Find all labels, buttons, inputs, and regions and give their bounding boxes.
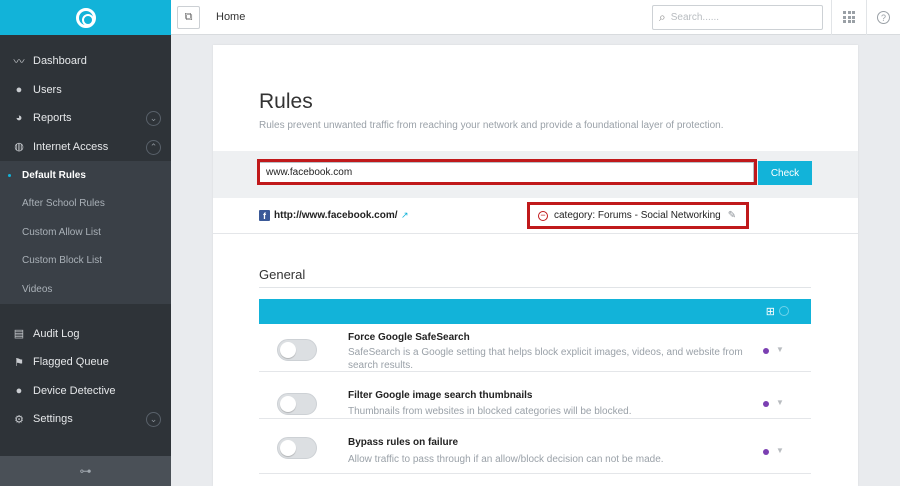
rule-toggle[interactable] [277, 393, 317, 415]
hierarchy-icon[interactable]: ⊞ [766, 305, 775, 318]
sidebar-item-custom-block-list[interactable]: Custom Block List [0, 246, 171, 275]
sidebar: 〰 Dashboard ● Users ◕ Reports ⌄ ◍ Intern… [0, 0, 171, 486]
chevron-up-icon[interactable]: ⌃ [146, 139, 161, 155]
rule-description: SafeSearch is a Google setting that help… [348, 347, 743, 371]
sidebar-item-after-school-rules[interactable]: After School Rules [0, 189, 171, 218]
page-title: Rules [259, 90, 313, 113]
sidebar-item-label: Default Rules [22, 169, 86, 181]
chevron-down-icon[interactable]: ▼ [776, 398, 784, 407]
sidebar-item-users[interactable]: ● Users [0, 76, 171, 105]
external-link-icon[interactable]: ↗ [401, 210, 409, 221]
result-url[interactable]: http://www.facebook.com/ [274, 210, 398, 221]
divider [866, 0, 867, 35]
sidebar-item-label: Dashboard [33, 55, 87, 68]
topbar: ⧉ Home ⌕ ? [171, 0, 900, 35]
rule-title: Bypass rules on failure [348, 437, 459, 448]
rule-description: Thumbnails from websites in blocked cate… [348, 406, 632, 417]
rule-row: Filter Google image search thumbnails Th… [259, 372, 811, 419]
gear-icon: ⚙ [14, 413, 24, 426]
sidebar-item-device-detective[interactable]: ● Device Detective [0, 377, 171, 406]
blocked-icon: − [538, 210, 548, 221]
collapse-icon: ⊶ [79, 464, 92, 478]
pie-chart-icon: ◕ [15, 112, 23, 125]
help-icon[interactable]: ? [877, 11, 890, 24]
sidebar-item-settings[interactable]: ⚙ Settings ⌄ [0, 405, 171, 434]
collapse-sidebar-button[interactable]: ⊶ [0, 456, 171, 486]
sidebar-item-label: Reports [33, 112, 72, 125]
nav-main: 〰 Dashboard ● Users ◕ Reports ⌄ ◍ Intern… [0, 47, 171, 304]
chevron-down-icon[interactable]: ▼ [776, 345, 784, 354]
sidebar-item-label: After School Rules [22, 198, 105, 210]
chevron-down-icon[interactable]: ⌄ [146, 412, 161, 427]
copy-icon[interactable]: ⧉ [177, 6, 200, 29]
sidebar-item-label: Audit Log [33, 327, 80, 340]
user-icon: ● [15, 83, 23, 96]
check-button[interactable]: Check [758, 161, 812, 185]
brand-logo [75, 7, 96, 28]
category-label: category: Forums - Social Networking [554, 210, 721, 221]
flag-icon: ⚑ [14, 356, 24, 369]
url-check-input[interactable] [260, 163, 753, 182]
divider [831, 0, 832, 35]
sidebar-item-label: Custom Block List [22, 255, 103, 267]
sidebar-item-flagged-queue[interactable]: ⚑ Flagged Queue [0, 348, 171, 377]
rules-card: Rules Rules prevent unwanted traffic fro… [213, 45, 858, 486]
chevron-down-icon[interactable]: ▼ [776, 446, 784, 455]
sidebar-item-label: Internet Access [33, 140, 109, 153]
sidebar-item-audit-log[interactable]: ▤ Audit Log [0, 320, 171, 349]
page-subtitle: Rules prevent unwanted traffic from reac… [259, 120, 724, 131]
rule-toggle[interactable] [277, 437, 317, 459]
rule-description: Allow traffic to pass through if an allo… [348, 454, 664, 465]
rule-title: Force Google SafeSearch [348, 332, 470, 343]
logo-bar[interactable] [0, 0, 171, 35]
sidebar-item-label: Users [33, 83, 62, 96]
sidebar-item-label: Settings [33, 413, 73, 426]
sidebar-item-dashboard[interactable]: 〰 Dashboard [0, 47, 171, 76]
status-dot [763, 348, 769, 354]
result-category: − category: Forums - Social Networking ✎ [538, 210, 736, 221]
breadcrumb[interactable]: Home [216, 11, 245, 23]
facebook-icon: f [259, 210, 270, 221]
section-heading: General [259, 267, 306, 282]
rule-toggle[interactable] [277, 339, 317, 361]
rule-row: Bypass rules on failure Allow traffic to… [259, 419, 811, 474]
status-dot [763, 401, 769, 407]
sidebar-item-label: Videos [22, 283, 53, 295]
url-field-wrapper [259, 162, 754, 183]
globe-icon: ◍ [14, 141, 24, 154]
sidebar-item-videos[interactable]: Videos [0, 275, 171, 304]
user-icon: ● [15, 384, 23, 397]
rule-title: Filter Google image search thumbnails [348, 390, 533, 401]
sidebar-item-label: Device Detective [33, 384, 116, 397]
search-input[interactable] [670, 12, 801, 23]
chevron-down-icon[interactable]: ⌄ [146, 111, 161, 126]
sidebar-item-internet-access[interactable]: ◍ Internet Access ⌃ [0, 133, 171, 162]
sidebar-item-custom-allow-list[interactable]: Custom Allow List [0, 218, 171, 247]
status-dot [763, 449, 769, 455]
activity-icon: 〰 [13, 56, 25, 69]
sidebar-item-label: Flagged Queue [33, 356, 109, 369]
list-icon: ▤ [13, 328, 25, 341]
sidebar-item-label: Custom Allow List [22, 226, 101, 238]
nav-secondary: ▤ Audit Log ⚑ Flagged Queue ● Device Det… [0, 320, 171, 434]
rule-row: Force Google SafeSearch SafeSearch is a … [259, 324, 811, 372]
check-result-row: f http://www.facebook.com/ ↗ − category:… [213, 198, 858, 234]
rules-table-header: ⊞ [259, 299, 811, 324]
edit-icon[interactable]: ✎ [728, 210, 736, 221]
divider [259, 287, 811, 288]
circle-icon[interactable] [779, 306, 789, 316]
sidebar-item-reports[interactable]: ◕ Reports ⌄ [0, 104, 171, 133]
search-box[interactable]: ⌕ [652, 5, 823, 30]
search-icon: ⌕ [659, 10, 666, 24]
sidebar-item-default-rules[interactable]: Default Rules [0, 161, 171, 190]
apps-grid-icon[interactable] [843, 11, 855, 23]
